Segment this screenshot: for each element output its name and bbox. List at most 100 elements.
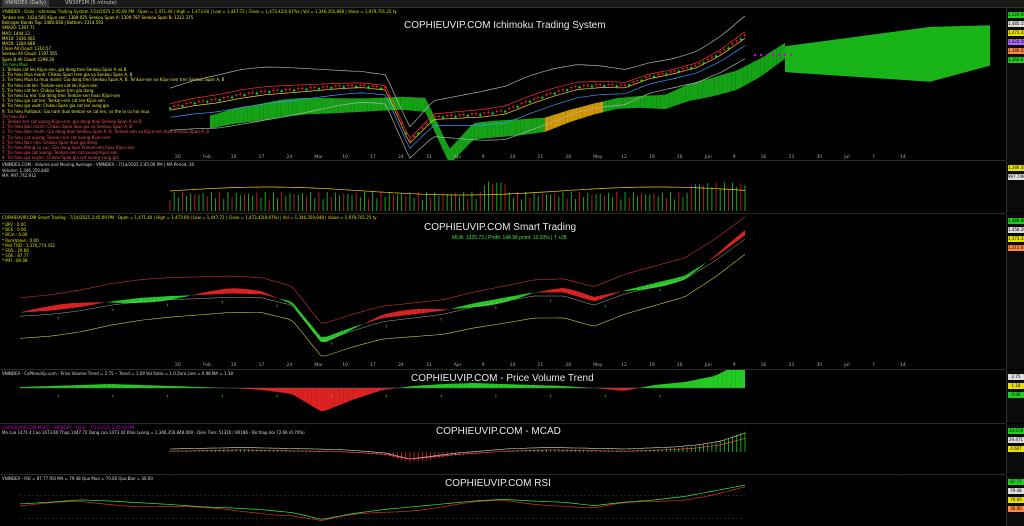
- smart-ribbon-segment: [361, 322, 367, 325]
- candle-body: [739, 38, 743, 41]
- candle-body: [690, 67, 693, 69]
- candle-body: [280, 90, 283, 93]
- tab-vn30f1m-5min[interactable]: VN30F1M (5 minute): [62, 0, 120, 7]
- pvt-area-segment: [412, 385, 417, 388]
- smart-ribbon-segment: [284, 299, 290, 303]
- ichimoku-cloud-segment: [714, 75, 719, 96]
- pvt-area-segment: [298, 388, 303, 401]
- smart-ribbon-segment: [61, 303, 66, 310]
- smart-ribbon-segment: [138, 297, 144, 303]
- rsi-watermark: COPHIEUVIP.COM RSI: [445, 478, 551, 489]
- smart-ribbon-segment: [662, 279, 668, 287]
- pvt-area-segment: [61, 385, 66, 388]
- pvt-area-segment: [548, 385, 554, 388]
- candle-body: [508, 107, 511, 110]
- volume-pane[interactable]: VNINDEX.COM - Volume and Moving Average …: [0, 161, 1006, 214]
- ichimoku-cloud-segment: [532, 118, 537, 134]
- pvt-area-segment: [726, 370, 732, 388]
- pvt-arrow-marker: ↑: [658, 394, 661, 399]
- smart-ribbon-segment: [229, 288, 235, 294]
- pvt-arrow-marker: ↑: [275, 394, 278, 399]
- pvt-area-segment: [165, 385, 171, 388]
- candle-body: [392, 105, 395, 108]
- ichimoku-cloud-segment: [693, 81, 699, 101]
- ichimoku-cloud-segment: [764, 53, 769, 75]
- buy-arrow-marker: ↑: [658, 288, 661, 293]
- candle-body: [234, 94, 238, 96]
- smart-ribbon-segment: [42, 306, 48, 312]
- buy-arrow-marker: ↑: [111, 307, 114, 312]
- macd-signal-line: [169, 438, 746, 460]
- candle-body: [247, 92, 250, 94]
- ichimoku-cloud-segment: [441, 132, 446, 157]
- ichimoku-cloud-segment: [483, 121, 488, 139]
- smart-ribbon-segment: [307, 320, 312, 331]
- date-tick-label: 10: [231, 154, 237, 160]
- smart-ribbon-segment: [526, 292, 531, 296]
- macd-pane[interactable]: COPHIEUVIP.COM MACD - VNINDEX - Daily - …: [0, 424, 1006, 475]
- axis-price-tag: 1,373.33: [1008, 236, 1024, 242]
- tab-vnindex-daily[interactable]: VNINDEX (Daily): [2, 0, 49, 7]
- date-tick-label: 14: [510, 154, 516, 160]
- candle-body: [433, 115, 436, 118]
- ichimoku-cloud-segment: [706, 78, 711, 98]
- date-tick-label: 17: [370, 362, 376, 368]
- ichimoku-cloud-segment: [350, 98, 355, 113]
- candle-body: [400, 122, 403, 124]
- candle-body: [632, 81, 635, 83]
- smart-ribbon-segment: [20, 311, 25, 313]
- candle-body: [495, 110, 498, 112]
- pvt-axis[interactable]: 2.75 1.18 0.98: [1006, 370, 1024, 423]
- macd-axis[interactable]: 34.078 29.471 4.607: [1006, 424, 1024, 474]
- smart-ribbon-segment: [83, 302, 89, 307]
- smart-ribbon-segment: [740, 230, 745, 239]
- pvt-watermark: COPHIEUVIP.COM - Price Volume Trend: [411, 373, 594, 384]
- candle-body: [450, 114, 453, 117]
- smart-subtitle: MUA: 1325.73 | Profit: 144.96 point: 10.…: [452, 235, 567, 241]
- candle-body: [727, 47, 730, 50]
- axis-price-tag: 34.078: [1008, 428, 1024, 434]
- pvt-area-segment: [494, 383, 499, 388]
- smart-trading-pane[interactable]: ↑ ↑ ↑ ↑ ↑ ↑ ↑ ↑ ↑ ↑ ↑ ↑ 20 Feb 10 17 24 Mar 10 17 24 31 Apr 9 14…: [0, 214, 1006, 370]
- smart-ribbon-segment: [412, 309, 417, 315]
- pvt-area-segment: [699, 378, 704, 388]
- pvt-area-segment: [498, 383, 504, 388]
- ichimoku-cloud-segment: [656, 95, 661, 109]
- axis-price-tag: 1,485.15: [1008, 21, 1024, 27]
- pvt-area-segment: [270, 388, 276, 392]
- ichimoku-cloud-segment: [665, 93, 670, 110]
- pvt-arrow-marker: ↑: [221, 394, 224, 399]
- date-tick-label: 14: [900, 362, 906, 368]
- candle-body: [437, 115, 441, 117]
- pvt-arrow-marker: ↑: [604, 394, 607, 399]
- ichimoku-price-axis[interactable]: 1,520.56 1,485.15 1,473.42 1,424.58 1,389.02…: [1006, 8, 1024, 160]
- pvt-area-segment: [375, 388, 381, 393]
- candle-body: [321, 86, 325, 88]
- candle-body: [263, 90, 267, 92]
- candle-body: [309, 87, 312, 89]
- smart-axis[interactable]: 1,480.00 1,458.20 1,373.33 1,315.67: [1006, 214, 1024, 369]
- date-tick-label: 16: [761, 154, 767, 160]
- pvt-area-segment: [70, 385, 75, 388]
- chikou-projection-dot: [777, 53, 781, 57]
- ichimoku-cloud-segment: [516, 119, 521, 136]
- ichimoku-cloud-segment: [272, 100, 277, 119]
- candle-body: [603, 85, 606, 87]
- candle-body: [677, 70, 681, 73]
- date-tick-label: 9: [482, 154, 485, 160]
- smart-ribbon-segment: [457, 305, 463, 309]
- rsi-ma-line: [19, 486, 746, 521]
- rsi-axis[interactable]: 87.77 79.48 70.00 30.00: [1006, 475, 1024, 526]
- pvt-pane[interactable]: ↑ ↑ ↑ ↑ ↑ ↑ ↑ ↑ ↑ ↑ ↑ ↑ VNINDEX - CoPhieuVip.com - …: [0, 370, 1006, 424]
- volume-axis[interactable]: 1,346.35M 997.74M: [1006, 161, 1024, 213]
- ichimoku-cloud-segment: [772, 48, 777, 68]
- ichimoku-cloud-segment: [267, 101, 273, 120]
- candle-body: [268, 91, 271, 93]
- pvt-area-segment: [626, 388, 632, 391]
- pvt-area-segment: [676, 382, 682, 388]
- smart-ribbon-segment: [243, 288, 248, 294]
- candle-body: [454, 115, 457, 118]
- smart-ribbon-segment: [699, 263, 704, 269]
- ichimoku-pane[interactable]: 20 Feb 10 17 24 Mar 10 17 24 31 Apr 9 14 21 28 May 12 19 2…: [0, 8, 1006, 161]
- rsi-pane[interactable]: VNINDEX - RSI = 87.77 RSI MA = 79.48 Qua…: [0, 475, 1006, 526]
